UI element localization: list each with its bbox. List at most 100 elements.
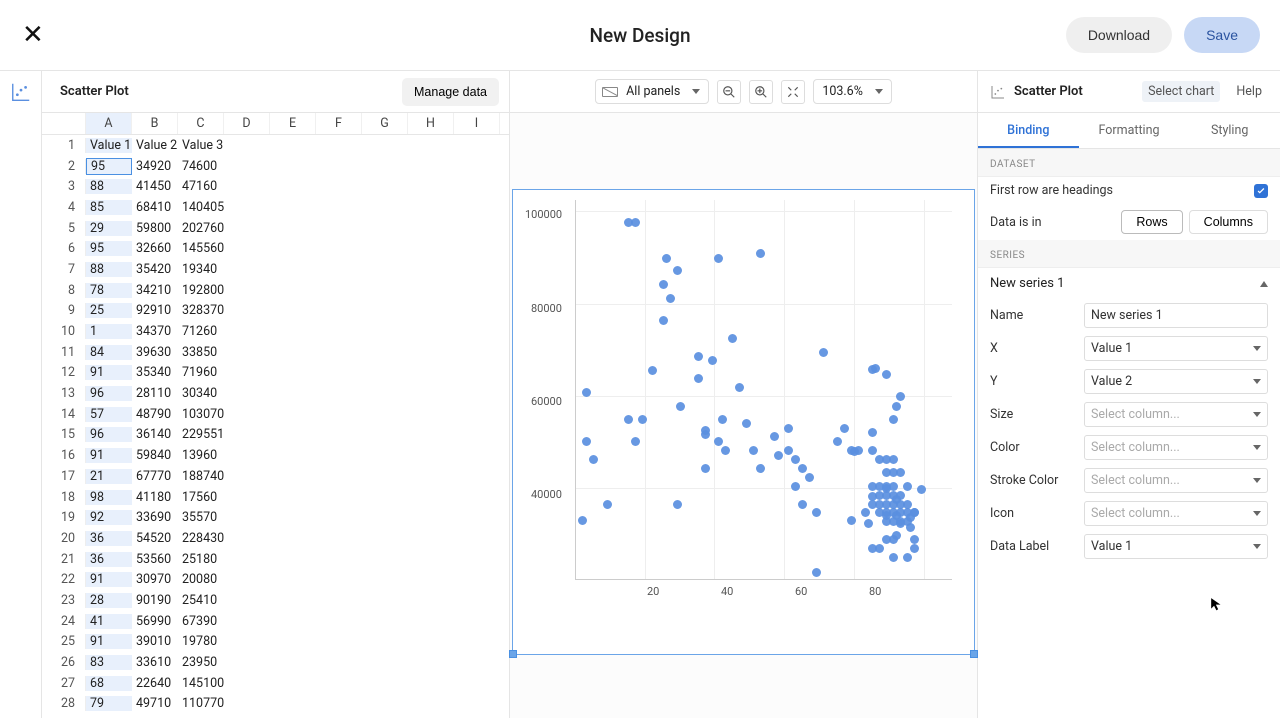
help-button[interactable]: Help xyxy=(1230,81,1268,102)
col-header[interactable]: F xyxy=(316,113,362,134)
cell[interactable]: 56990 xyxy=(132,614,178,629)
cell[interactable]: 36 xyxy=(86,552,132,567)
row-number[interactable]: 4 xyxy=(42,200,86,215)
cell[interactable]: 48790 xyxy=(132,407,178,422)
cell[interactable]: 59840 xyxy=(132,448,178,463)
cell[interactable]: 88 xyxy=(86,179,132,194)
tab-formatting[interactable]: Formatting xyxy=(1079,113,1180,148)
cell[interactable]: 84 xyxy=(86,345,132,360)
cell[interactable]: 20080 xyxy=(178,572,224,587)
cell[interactable]: 41 xyxy=(86,614,132,629)
cell[interactable]: 67770 xyxy=(132,469,178,484)
cell[interactable]: 25410 xyxy=(178,593,224,608)
row-number[interactable]: 27 xyxy=(42,676,86,691)
row-number[interactable]: 26 xyxy=(42,655,86,670)
cell[interactable]: 19340 xyxy=(178,262,224,277)
zoom-level[interactable]: 103.6% xyxy=(813,79,892,104)
cell[interactable]: 36140 xyxy=(132,427,178,442)
row-number[interactable]: 14 xyxy=(42,407,86,422)
cell[interactable]: 28110 xyxy=(132,386,178,401)
row-number[interactable]: 22 xyxy=(42,572,86,587)
row-number[interactable]: 28 xyxy=(42,696,86,711)
cell[interactable]: 34920 xyxy=(132,159,178,174)
cell[interactable]: 2295510 xyxy=(178,427,224,442)
row-number[interactable]: 15 xyxy=(42,427,86,442)
cell[interactable]: 74600 xyxy=(178,159,224,174)
fit-icon[interactable] xyxy=(781,80,805,104)
cell[interactable]: 95 xyxy=(86,241,132,256)
row-number[interactable]: 16 xyxy=(42,448,86,463)
cell[interactable]: 145100 xyxy=(178,676,224,691)
cell[interactable]: 1404050 xyxy=(178,200,224,215)
cell[interactable]: 91 xyxy=(86,365,132,380)
col-header[interactable]: C xyxy=(178,113,224,134)
data-in-columns-button[interactable]: Columns xyxy=(1189,210,1268,234)
cell[interactable]: 34370 xyxy=(132,324,178,339)
cell[interactable]: 57 xyxy=(86,407,132,422)
cell[interactable]: 67390 xyxy=(178,614,224,629)
manage-data-button[interactable]: Manage data xyxy=(402,78,499,106)
row-number[interactable]: 17 xyxy=(42,469,86,484)
cell[interactable]: 13960 xyxy=(178,448,224,463)
cell[interactable]: 28 xyxy=(86,593,132,608)
row-number[interactable]: 5 xyxy=(42,221,86,236)
cell[interactable]: 39630 xyxy=(132,345,178,360)
cell[interactable]: 29 xyxy=(86,221,132,236)
spreadsheet[interactable]: ABCDEFGHI 1Value 1Value 2Value 329534920… xyxy=(42,113,509,718)
cell[interactable]: 91 xyxy=(86,572,132,587)
cell[interactable]: 91 xyxy=(86,634,132,649)
row-number[interactable]: 6 xyxy=(42,241,86,256)
zoom-in-icon[interactable] xyxy=(749,80,773,104)
cell[interactable]: 92910 xyxy=(132,303,178,318)
cell[interactable]: 34210 xyxy=(132,283,178,298)
series-y-select[interactable]: Value 2 xyxy=(1084,369,1268,394)
cell[interactable]: 32660 xyxy=(132,241,178,256)
cell[interactable]: 92 xyxy=(86,510,132,525)
cell[interactable]: 71260 xyxy=(178,324,224,339)
download-button[interactable]: Download xyxy=(1066,17,1172,53)
row-number[interactable]: 7 xyxy=(42,262,86,277)
series-color-select[interactable]: Select column... xyxy=(1084,435,1268,460)
save-button[interactable]: Save xyxy=(1184,17,1260,53)
tab-styling[interactable]: Styling xyxy=(1179,113,1280,148)
cell[interactable]: 23950 xyxy=(178,655,224,670)
cell[interactable]: 30970 xyxy=(132,572,178,587)
cell[interactable]: 33690 xyxy=(132,510,178,525)
cell[interactable]: 47160 xyxy=(178,179,224,194)
row-number[interactable]: 1 xyxy=(42,138,86,153)
series-icon-select[interactable]: Select column... xyxy=(1084,501,1268,526)
col-header[interactable]: B xyxy=(132,113,178,134)
cell[interactable]: 83 xyxy=(86,655,132,670)
cell[interactable]: 96 xyxy=(86,427,132,442)
cell[interactable]: 90190 xyxy=(132,593,178,608)
cell[interactable]: 35420 xyxy=(132,262,178,277)
cell[interactable]: 17560 xyxy=(178,490,224,505)
cell[interactable]: 25 xyxy=(86,303,132,318)
row-number[interactable]: 10 xyxy=(42,324,86,339)
series-datalabel-select[interactable]: Value 1 xyxy=(1084,534,1268,559)
first-row-headings-checkbox[interactable] xyxy=(1254,184,1268,198)
zoom-out-icon[interactable] xyxy=(717,80,741,104)
cell[interactable]: 202760 xyxy=(178,221,224,236)
cell[interactable]: 103070 xyxy=(178,407,224,422)
cell[interactable]: 21 xyxy=(86,469,132,484)
row-number[interactable]: 3 xyxy=(42,179,86,194)
row-number[interactable]: 19 xyxy=(42,510,86,525)
cell[interactable]: 78 xyxy=(86,283,132,298)
cell[interactable]: 1 xyxy=(86,324,132,339)
cell[interactable]: 91 xyxy=(86,448,132,463)
row-number[interactable]: 20 xyxy=(42,531,86,546)
series-size-select[interactable]: Select column... xyxy=(1084,402,1268,427)
series-header[interactable]: New series 1 xyxy=(978,268,1280,299)
select-chart-button[interactable]: Select chart xyxy=(1142,81,1220,102)
cell[interactable]: 98 xyxy=(86,490,132,505)
row-number[interactable]: 11 xyxy=(42,345,86,360)
scatter-tool-icon[interactable] xyxy=(10,81,32,103)
row-number[interactable]: 18 xyxy=(42,490,86,505)
cell[interactable]: 188740 xyxy=(178,469,224,484)
col-header[interactable]: D xyxy=(224,113,270,134)
cell[interactable]: 33610 xyxy=(132,655,178,670)
cell[interactable]: Value 3 xyxy=(178,138,224,153)
cell[interactable]: 68410 xyxy=(132,200,178,215)
cell[interactable]: 19780 xyxy=(178,634,224,649)
